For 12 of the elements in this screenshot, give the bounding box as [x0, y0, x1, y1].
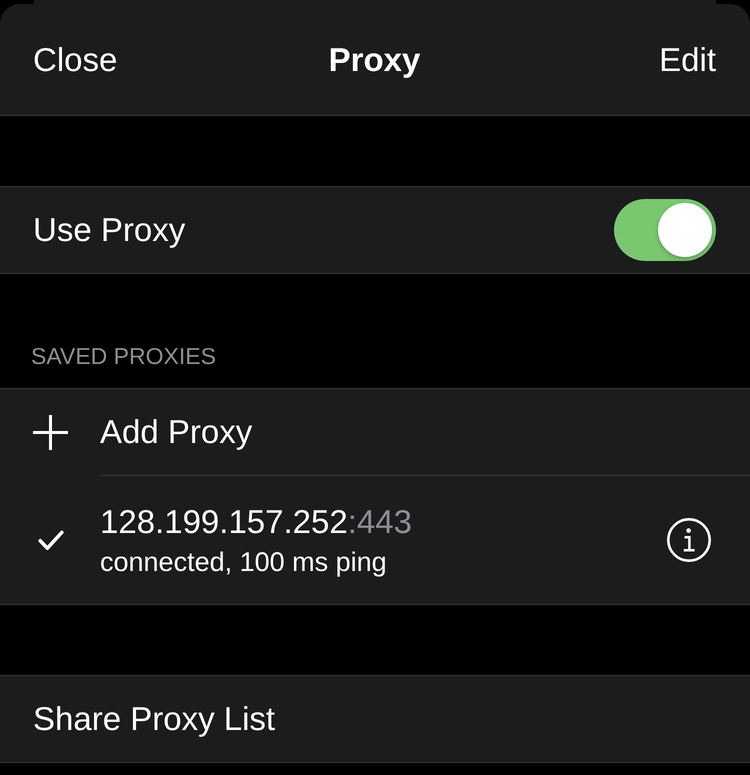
add-proxy-button[interactable]: Add Proxy	[0, 389, 750, 475]
section-header: SAVED PROXIES	[31, 343, 216, 371]
use-proxy-label: Use Proxy	[33, 210, 186, 250]
proxy-status: connected, 100 ms ping	[100, 546, 387, 578]
proxy-address: 128.199.157.252:443	[100, 502, 412, 542]
screen-title: Proxy	[328, 40, 420, 80]
close-button[interactable]: Close	[33, 40, 118, 80]
plus-icon	[33, 414, 68, 450]
edit-button[interactable]: Edit	[659, 40, 716, 80]
share-proxy-list-button[interactable]: Share Proxy List	[0, 675, 750, 763]
proxy-list-item[interactable]: 128.199.157.252:443 connected, 100 ms ping	[0, 476, 750, 604]
info-icon[interactable]	[667, 518, 711, 562]
